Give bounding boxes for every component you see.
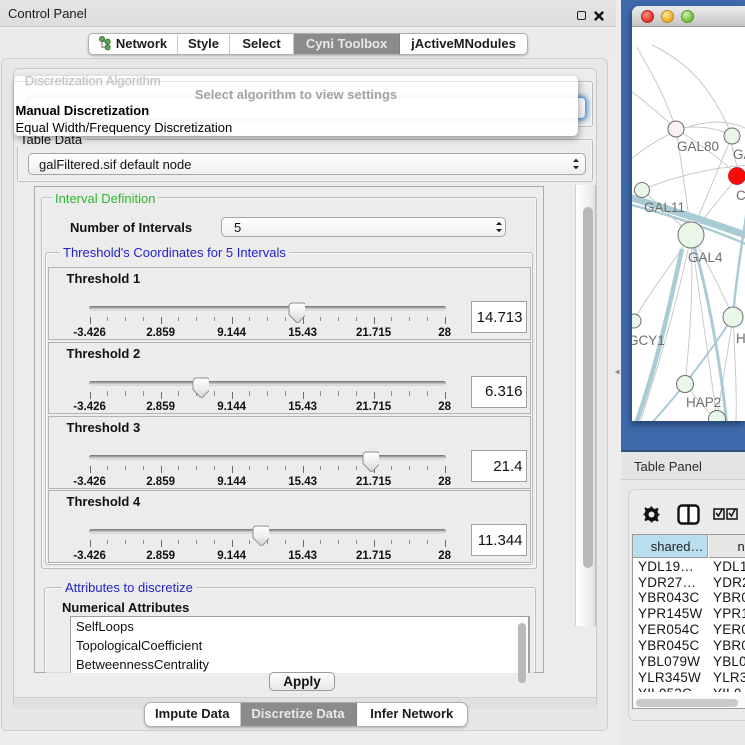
- svg-text:GAL11: GAL11: [644, 200, 685, 215]
- svg-text:HA: HA: [736, 331, 745, 346]
- svg-text:GA: GA: [733, 147, 745, 162]
- svg-text:GAL4: GAL4: [688, 250, 723, 265]
- svg-text:HAP2: HAP2: [686, 395, 721, 410]
- svg-text:GAL80: GAL80: [677, 139, 719, 154]
- svg-text:GCY1: GCY1: [632, 333, 665, 348]
- svg-text:CY: CY: [736, 188, 745, 203]
